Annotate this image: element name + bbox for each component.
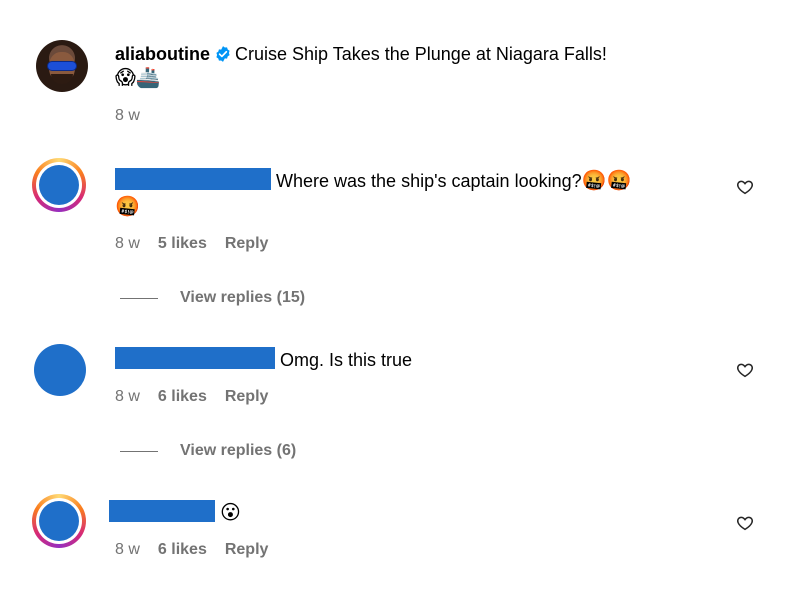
post-author-avatar[interactable] (36, 40, 88, 92)
comment-likes[interactable]: 6 likes (158, 388, 207, 406)
comment-body: Where was the ship's captain looking?🤬🤬 … (115, 168, 715, 220)
commenter-avatar[interactable] (32, 158, 86, 212)
like-heart-icon[interactable] (736, 514, 754, 532)
post-caption: aliaboutine Cruise Ship Takes the Plunge… (115, 42, 735, 90)
redacted-username[interactable] (115, 168, 271, 190)
verified-badge-icon (216, 46, 230, 62)
comment-timestamp: 8 w (115, 388, 140, 405)
redacted-username[interactable] (115, 347, 275, 369)
replies-divider (120, 450, 158, 452)
comment-emojis: 😮 (220, 500, 241, 524)
like-heart-icon[interactable] (736, 361, 754, 379)
view-replies-label: View replies (15) (180, 289, 306, 306)
view-replies-button[interactable]: View replies (15) (120, 289, 305, 307)
comment-meta: 8 w 6 likes Reply (115, 388, 268, 406)
like-heart-icon[interactable] (736, 178, 754, 196)
post-caption-text: Cruise Ship Takes the Plunge at Niagara … (235, 44, 607, 64)
comment-body: Omg. Is this true (115, 347, 715, 373)
comment-timestamp: 8 w (115, 541, 140, 558)
view-replies-button[interactable]: View replies (6) (120, 442, 296, 460)
comment-text: Omg. Is this true (280, 350, 413, 370)
comment-meta: 8 w 6 likes Reply (115, 541, 268, 559)
redacted-username[interactable] (109, 500, 215, 522)
comment-timestamp: 8 w (115, 235, 140, 252)
comment-emojis: 🤬🤬 (581, 168, 632, 192)
post-caption-emojis: 😱🚢 (115, 65, 161, 89)
comments-panel: aliaboutine Cruise Ship Takes the Plunge… (0, 0, 800, 600)
reply-button[interactable]: Reply (225, 541, 269, 559)
commenter-avatar[interactable] (32, 494, 86, 548)
comment-meta: 8 w 5 likes Reply (115, 235, 268, 253)
reply-button[interactable]: Reply (225, 235, 269, 253)
post-author-username[interactable]: aliaboutine (115, 44, 210, 64)
comment-likes[interactable]: 5 likes (158, 235, 207, 253)
replies-divider (120, 297, 158, 299)
view-replies-label: View replies (6) (180, 442, 297, 459)
post-timestamp: 8 w (115, 107, 140, 124)
comment-emojis-line2: 🤬 (115, 194, 140, 218)
comment-body: 😮 (109, 500, 715, 526)
commenter-avatar[interactable] (34, 344, 86, 396)
reply-button[interactable]: Reply (225, 388, 269, 406)
comment-text: Where was the ship's captain looking? (276, 171, 582, 191)
comment-likes[interactable]: 6 likes (158, 541, 207, 559)
